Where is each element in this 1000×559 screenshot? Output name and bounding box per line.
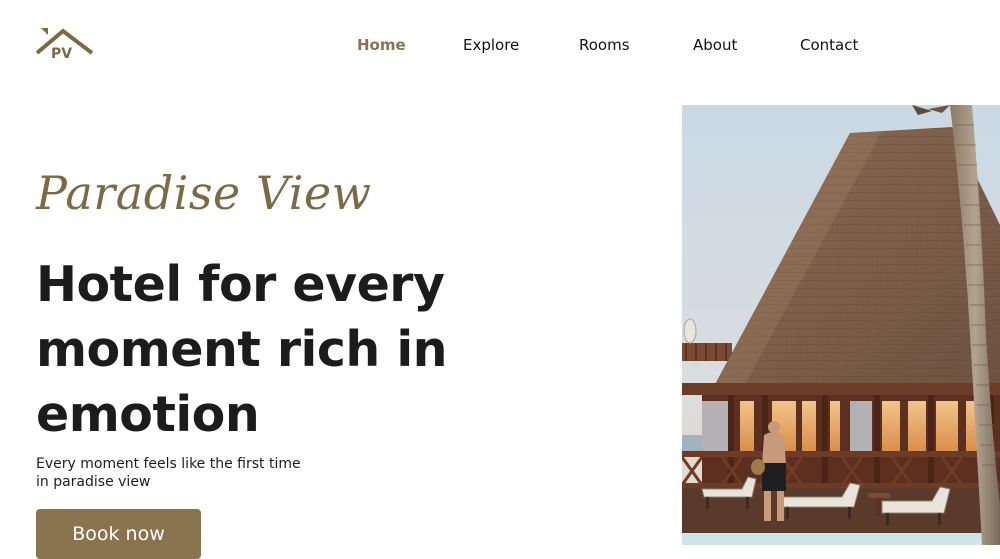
brand-logo[interactable]: PV: [35, 28, 94, 62]
hero-script-title: Paradise View: [36, 166, 372, 220]
nav-contact-link[interactable]: Contact: [800, 36, 858, 54]
nav-rooms-link[interactable]: Rooms: [579, 36, 630, 54]
hero-image: [682, 105, 1000, 545]
nav-home-link[interactable]: Home: [357, 36, 406, 54]
book-now-button[interactable]: Book now: [36, 509, 201, 559]
nav-explore-link[interactable]: Explore: [463, 36, 519, 54]
house-logo-icon: PV: [35, 28, 94, 62]
hero-subtitle: Every moment feels like the first time i…: [36, 456, 301, 490]
logo-text: PV: [51, 46, 72, 62]
nav-about-link[interactable]: About: [693, 36, 737, 54]
resort-photo-illustration: [682, 105, 1000, 545]
hero-headline: Hotel for every moment rich in emotion: [36, 256, 448, 443]
